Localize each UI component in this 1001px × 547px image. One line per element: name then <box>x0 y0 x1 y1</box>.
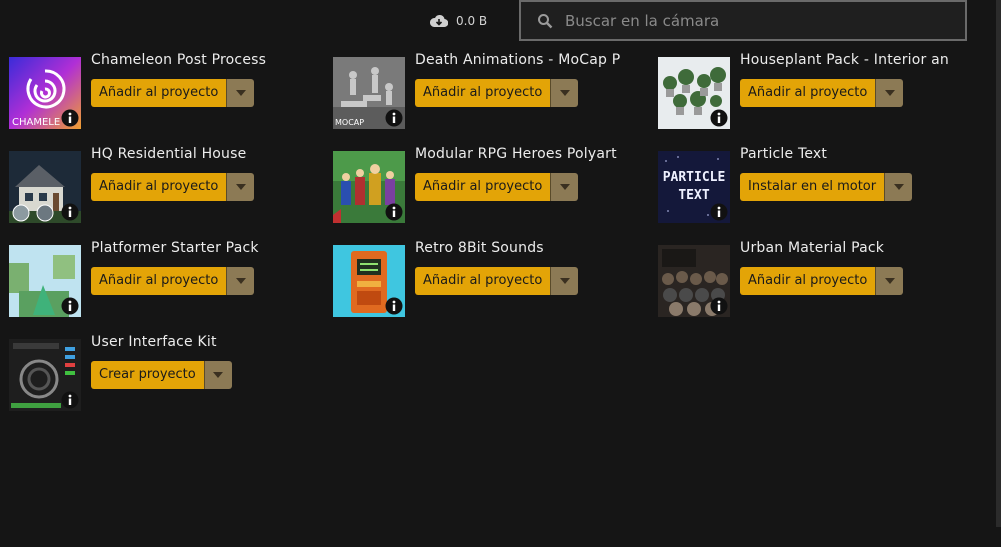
chevron-down-icon <box>893 184 904 190</box>
add-to-project-button[interactable]: Añadir al proyecto <box>91 173 227 201</box>
add-to-project-button[interactable]: Añadir al proyecto <box>740 267 876 295</box>
action-dropdown[interactable] <box>884 173 913 201</box>
add-to-project-button[interactable]: Añadir al proyecto <box>91 79 227 107</box>
asset-thumbnail[interactable]: CHAMELE <box>9 57 81 129</box>
asset-title: Houseplant Pack - Interior an <box>740 52 949 68</box>
thumb-label: MOCAP <box>335 118 364 127</box>
install-to-engine-button[interactable]: Instalar en el motor <box>740 173 885 201</box>
action-dropdown[interactable] <box>550 173 579 201</box>
asset-item: Retro 8Bit Sounds Añadir al proyecto <box>333 240 653 320</box>
asset-title: HQ Residential House <box>91 146 247 162</box>
chevron-down-icon <box>559 184 570 190</box>
info-icon[interactable] <box>385 109 403 127</box>
asset-thumbnail[interactable] <box>9 245 81 317</box>
asset-title: Platformer Starter Pack <box>91 240 259 256</box>
info-icon[interactable] <box>61 297 79 315</box>
action-dropdown[interactable] <box>226 267 255 295</box>
thumb-label: CHAMELE <box>12 117 60 128</box>
asset-item: MOCAP Death Animations - MoCap P Añadir … <box>333 52 653 132</box>
asset-title: Death Animations - MoCap P <box>415 52 621 68</box>
asset-thumbnail[interactable]: MOCAP <box>333 57 405 129</box>
info-icon[interactable] <box>61 203 79 221</box>
asset-thumbnail[interactable] <box>9 339 81 411</box>
action-dropdown[interactable] <box>875 79 904 107</box>
asset-action: Añadir al proyecto <box>415 173 579 201</box>
info-icon[interactable] <box>710 203 728 221</box>
chevron-down-icon <box>559 278 570 284</box>
action-dropdown[interactable] <box>550 267 579 295</box>
add-to-project-button[interactable]: Añadir al proyecto <box>91 267 227 295</box>
chevron-down-icon <box>884 90 895 96</box>
asset-action: Añadir al proyecto <box>415 79 579 107</box>
action-dropdown[interactable] <box>875 267 904 295</box>
action-dropdown[interactable] <box>550 79 579 107</box>
search-input[interactable] <box>565 11 945 30</box>
top-bar: 0.0 B <box>0 0 1001 42</box>
asset-action: Añadir al proyecto <box>740 267 904 295</box>
asset-title: Chameleon Post Process <box>91 52 267 68</box>
info-icon[interactable] <box>710 297 728 315</box>
asset-item: Urban Material Pack Añadir al proyecto <box>658 240 978 320</box>
action-dropdown[interactable] <box>226 79 255 107</box>
add-to-project-button[interactable]: Añadir al proyecto <box>740 79 876 107</box>
asset-item: Platformer Starter Pack Añadir al proyec… <box>9 240 329 320</box>
svg-text:TEXT: TEXT <box>678 188 709 203</box>
chevron-down-icon <box>235 90 246 96</box>
asset-item: HQ Residential House Añadir al proyecto <box>9 146 329 226</box>
asset-thumbnail[interactable] <box>333 245 405 317</box>
chevron-down-icon <box>884 278 895 284</box>
search-icon <box>538 13 553 28</box>
storage-indicator: 0.0 B <box>430 12 487 30</box>
asset-action: Añadir al proyecto <box>91 267 255 295</box>
info-icon[interactable] <box>385 297 403 315</box>
asset-title: Particle Text <box>740 146 828 162</box>
asset-thumbnail[interactable] <box>658 57 730 129</box>
asset-item: PARTICLE TEXT Particle Text Instalar en … <box>658 146 978 226</box>
asset-action: Crear proyecto <box>91 361 232 389</box>
scrollbar[interactable] <box>996 0 1001 527</box>
asset-title: Retro 8Bit Sounds <box>415 240 544 256</box>
add-to-project-button[interactable]: Añadir al proyecto <box>415 79 551 107</box>
asset-action: Instalar en el motor <box>740 173 913 201</box>
action-dropdown[interactable] <box>203 361 232 389</box>
storage-size: 0.0 B <box>456 14 488 28</box>
asset-item: Modular RPG Heroes Polyart Añadir al pro… <box>333 146 653 226</box>
asset-title: Urban Material Pack <box>740 240 885 256</box>
chevron-down-icon <box>235 278 246 284</box>
asset-item: User Interface Kit Crear proyecto <box>9 334 329 414</box>
action-dropdown[interactable] <box>226 173 255 201</box>
thumb-label: PARTICLE <box>663 170 726 185</box>
add-to-project-button[interactable]: Añadir al proyecto <box>415 267 551 295</box>
asset-item: Houseplant Pack - Interior an Añadir al … <box>658 52 978 132</box>
asset-thumbnail[interactable] <box>9 151 81 223</box>
chevron-down-icon <box>559 90 570 96</box>
asset-action: Añadir al proyecto <box>91 173 255 201</box>
asset-item: CHAMELE Chameleon Post Process Añadir al… <box>9 52 329 132</box>
create-project-button[interactable]: Crear proyecto <box>91 361 204 389</box>
chevron-down-icon <box>235 184 246 190</box>
asset-action: Añadir al proyecto <box>415 267 579 295</box>
asset-thumbnail[interactable]: PARTICLE TEXT <box>658 151 730 223</box>
asset-title: Modular RPG Heroes Polyart <box>415 146 617 162</box>
add-to-project-button[interactable]: Añadir al proyecto <box>415 173 551 201</box>
info-icon[interactable] <box>385 203 403 221</box>
asset-action: Añadir al proyecto <box>91 79 255 107</box>
asset-thumbnail[interactable] <box>658 245 730 317</box>
chevron-down-icon <box>213 372 224 378</box>
cloud-download-icon <box>430 14 448 28</box>
info-icon[interactable] <box>710 109 728 127</box>
info-icon[interactable] <box>61 109 79 127</box>
asset-title: User Interface Kit <box>91 334 217 350</box>
asset-thumbnail[interactable] <box>333 151 405 223</box>
asset-action: Añadir al proyecto <box>740 79 904 107</box>
info-icon[interactable] <box>61 391 79 409</box>
search-box[interactable] <box>519 0 967 41</box>
